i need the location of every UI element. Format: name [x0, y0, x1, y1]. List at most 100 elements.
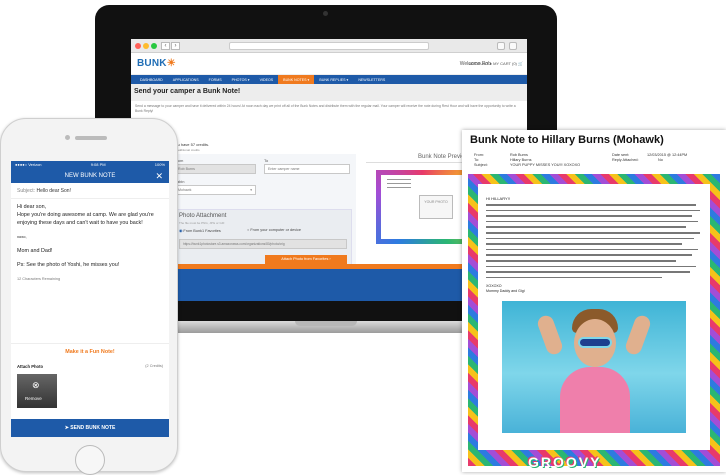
cart-icon[interactable]: 🛒 — [518, 61, 523, 66]
note-signoff-2: Mommy Daddy and Gigi — [486, 289, 525, 293]
bunk1-logo[interactable]: BUNK☀ — [137, 58, 176, 69]
send-icon: ➤ — [64, 425, 69, 431]
phone: ●●●●○ Verizon 9:08 PM 100% NEW BUNK NOTE… — [0, 118, 178, 475]
note-text-line — [486, 260, 676, 262]
front-camera — [65, 135, 70, 140]
note-text-line — [486, 243, 682, 245]
note-text-line — [486, 271, 690, 273]
radio-favorites[interactable]: ◉ From Bunk1 Favorites — [179, 228, 221, 233]
attach-photo-credits: (2 Credits) — [145, 364, 163, 368]
remove-photo-icon[interactable]: ⊗ — [32, 380, 40, 391]
note-text-line — [486, 248, 698, 251]
fun-note-link[interactable]: Make it a Fun Note! — [11, 349, 169, 355]
speaker — [75, 136, 107, 140]
preview-border: YOUR PHOTO — [376, 170, 469, 244]
status-bar: ●●●●○ Verizon 9:08 PM 100% — [11, 161, 169, 169]
note-text-line — [486, 232, 700, 234]
close-dot-icon[interactable] — [135, 43, 141, 49]
note-text-line — [486, 220, 698, 223]
remove-photo-label: Remove — [25, 396, 42, 401]
message-line: Ps: See the photo of Yoshi, he misses yo… — [17, 262, 120, 268]
note-paper: HI HILLARY!! XOXOXO Mommy Daddy and Gigi — [478, 184, 710, 450]
note-text-line — [486, 215, 692, 217]
forward-icon[interactable]: › — [171, 42, 180, 50]
close-icon[interactable]: ✕ — [155, 169, 163, 183]
nav-item[interactable]: VIDEOS — [255, 75, 279, 84]
attached-photo-thumb[interactable]: ⊗ Remove — [17, 374, 57, 408]
chevron-down-icon: ▾ — [250, 188, 252, 192]
message-line: Mom and Dad! — [17, 248, 53, 254]
note-to-label: To: — [474, 158, 480, 162]
photo-url-field[interactable]: https://bunk1photostore.s3.amazonaws.com… — [179, 239, 347, 249]
nav-item[interactable]: NEWSLETTERS — [353, 75, 390, 84]
note-reply-value: No — [658, 158, 663, 162]
tabs-icon[interactable] — [509, 42, 517, 50]
main-nav: DASHBOARD APPLICATIONS FORMS PHOTOS ▾ VIDEOS… — [131, 75, 527, 84]
note-date-value: 12/03/2015 @ 12:44PM — [647, 153, 688, 157]
clock: 9:08 PM — [90, 162, 106, 167]
note-title: Bunk Note to Hillary Burns (Mohawk) — [470, 134, 664, 146]
photo-attachment-sub: The file must be PNG, JPG or GIF — [179, 221, 225, 225]
credits-text: You have 57 credits. — [173, 142, 210, 147]
battery: 100% — [154, 162, 165, 167]
to-input[interactable]: Enter camper name — [264, 164, 350, 174]
page-title: Send your camper a Bunk Note! — [131, 84, 527, 101]
radio-computer[interactable]: ○ From your computer or device — [247, 228, 301, 232]
home-button[interactable] — [75, 445, 105, 475]
radio-empty-icon: ○ — [247, 228, 250, 232]
preview-photo-placeholder: YOUR PHOTO — [419, 195, 453, 219]
printed-bunk-note: Bunk Note to Hillary Burns (Mohawk) From… — [462, 130, 726, 472]
address-bar[interactable] — [229, 42, 429, 50]
nav-item[interactable]: BUNK NOTES ▾ — [278, 75, 315, 84]
to-label: To — [264, 158, 269, 163]
cart-link[interactable]: MY CART (0) — [493, 61, 517, 66]
chevron-right-icon: › — [329, 257, 331, 261]
share-icon[interactable] — [497, 42, 505, 50]
note-signoff-1: XOXOXO — [486, 284, 502, 288]
nav-item[interactable]: APPLICATIONS — [168, 75, 204, 84]
browser-chrome: ‹ › — [131, 39, 527, 53]
app-bar: NEW BUNK NOTE ✕ — [11, 169, 169, 183]
nav-item[interactable]: FORMS — [204, 75, 227, 84]
note-text-line — [486, 209, 700, 212]
camper-photo — [502, 301, 686, 433]
message-input[interactable]: Hi dear son, Hope you're doing awesome a… — [11, 199, 169, 283]
phone-screen: ●●●●○ Verizon 9:08 PM 100% NEW BUNK NOTE… — [11, 161, 169, 437]
note-text-line — [486, 265, 696, 268]
account-cart[interactable]: ACCOUNT ● MY CART (0) 🛒 — [469, 61, 523, 66]
account-menu[interactable]: ACCOUNT — [469, 61, 489, 66]
logo-sun-icon: ☀ — [166, 58, 176, 69]
minimize-dot-icon[interactable] — [143, 43, 149, 49]
chars-remaining: 12 Characters Remaining — [17, 277, 61, 281]
note-to-value: Hillary Burns — [510, 158, 532, 162]
cabin-select[interactable]: Mohawk ▾ — [174, 185, 256, 195]
attach-photo-button[interactable]: Attach Photo from Favorites › — [265, 255, 347, 264]
account-icon[interactable]: ● — [490, 61, 492, 66]
radio-computer-label: From your computer or device — [250, 228, 302, 232]
intro-text: Send a message to your camper and have i… — [135, 104, 516, 113]
attach-photo-label: Attach Photo from Favorites — [281, 257, 329, 261]
note-text-line — [486, 254, 692, 256]
subject-field[interactable]: Subject: Hello dear Son! — [11, 183, 169, 199]
from-field: Rob Burns — [174, 164, 256, 174]
cabin-value: Mohawk — [178, 188, 192, 192]
back-icon[interactable]: ‹ — [161, 42, 170, 50]
carrier: ●●●●○ Verizon — [15, 162, 42, 167]
photo-attachment-panel: Photo Attachment The file must be PNG, J… — [174, 209, 352, 272]
groovy-border: HI HILLARY!! XOXOXO Mommy Daddy and Gigi… — [468, 174, 720, 470]
message-line: Hope you're doing awesome at camp. We ar… — [17, 212, 154, 226]
note-from-label: From: — [474, 153, 484, 157]
nav-item[interactable]: DASHBOARD — [135, 75, 168, 84]
photo-attachment-title: Photo Attachment — [179, 213, 227, 219]
note-greeting: HI HILLARY!! — [486, 196, 510, 201]
note-from-value: Rob Burns — [510, 153, 528, 157]
nav-item[interactable]: PHOTOS ▾ — [227, 75, 255, 84]
note-text-line — [486, 276, 662, 279]
message-line: Hi dear son, — [17, 204, 47, 210]
send-bunk-note-button[interactable]: ➤ SEND BUNK NOTE — [11, 419, 169, 437]
message-line: xoxo, — [17, 234, 27, 239]
nav-item[interactable]: BUNK REPLIES ▾ — [314, 75, 353, 84]
laptop-notch — [295, 321, 357, 326]
note-reply-label: Reply Attached: — [612, 158, 639, 162]
maximize-dot-icon[interactable] — [151, 43, 157, 49]
